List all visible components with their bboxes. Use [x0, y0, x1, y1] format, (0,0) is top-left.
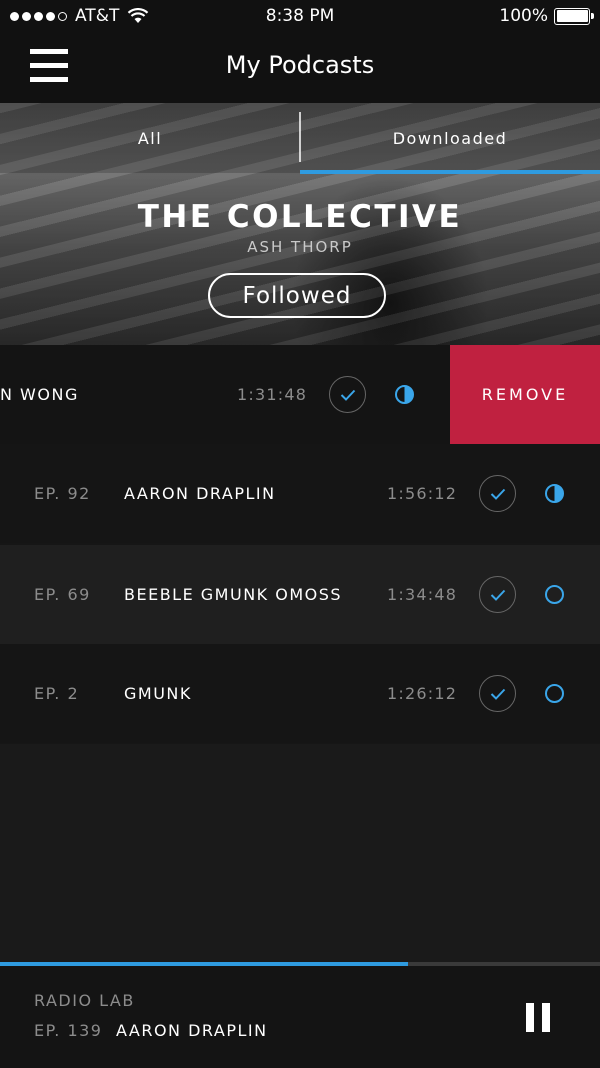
- episode-number: EP. 69: [34, 585, 91, 604]
- list-empty-space: [0, 744, 600, 962]
- podcast-title: THE COLLECTIVE: [137, 199, 463, 235]
- episode-number: EP. 92: [34, 484, 91, 503]
- pause-icon[interactable]: [526, 1003, 550, 1032]
- status-bar: AT&T 8:38 PM 100%: [0, 0, 600, 34]
- episode-duration: 1:56:12: [387, 484, 458, 503]
- episode-row[interactable]: EP. 69 BEEBLE GMUNK OMOSS 1:34:48: [0, 545, 600, 644]
- tab-bar: All Downloaded: [0, 103, 600, 174]
- checkmark-icon: [490, 688, 505, 700]
- now-playing-episode-name: AARON DRAPLIN: [116, 1021, 268, 1040]
- episode-name: GMUNK: [124, 684, 192, 703]
- now-playing-show: RADIO LAB: [34, 991, 135, 1010]
- episode-duration: 1:34:48: [387, 585, 458, 604]
- battery-percent: 100%: [499, 6, 548, 26]
- tab-all[interactable]: All: [0, 103, 300, 173]
- episode-number: EP. 2: [34, 684, 80, 703]
- mark-played-button[interactable]: [479, 576, 516, 613]
- active-tab-indicator: [300, 170, 600, 174]
- now-playing-bar[interactable]: RADIO LAB EP. 139 AARON DRAPLIN: [0, 966, 600, 1068]
- podcast-author: ASH THORP: [247, 238, 353, 256]
- status-right: 100%: [499, 6, 594, 26]
- checkmark-icon: [340, 389, 355, 401]
- download-status-half-icon: [395, 385, 414, 404]
- episode-name: BEEBLE GMUNK OMOSS: [124, 585, 343, 604]
- battery-icon: [554, 7, 594, 25]
- mark-played-button[interactable]: [479, 475, 516, 512]
- download-status-empty-icon: [545, 684, 564, 703]
- mark-played-button[interactable]: [479, 675, 516, 712]
- now-playing-episode-number: EP. 139: [34, 1021, 103, 1040]
- episode-name: N WONG: [0, 385, 79, 404]
- episode-row[interactable]: EP. 2 GMUNK 1:26:12: [0, 644, 600, 743]
- episode-duration: 1:31:48: [237, 385, 308, 404]
- download-status-half-icon: [545, 484, 564, 503]
- episode-row[interactable]: EP. 92 AARON DRAPLIN 1:56:12: [0, 444, 600, 543]
- download-status-empty-icon: [545, 585, 564, 604]
- remove-button[interactable]: REMOVE: [450, 345, 600, 444]
- episode-row-swiped[interactable]: N WONG 1:31:48 REMOVE: [0, 345, 600, 444]
- checkmark-icon: [490, 589, 505, 601]
- episode-duration: 1:26:12: [387, 684, 458, 703]
- navigation-bar: My Podcasts: [0, 34, 600, 103]
- podcast-header: All Downloaded THE COLLECTIVE ASH THORP …: [0, 103, 600, 345]
- mark-played-button[interactable]: [329, 376, 366, 413]
- checkmark-icon: [490, 488, 505, 500]
- episode-name: AARON DRAPLIN: [124, 484, 276, 503]
- follow-button[interactable]: Followed: [208, 273, 386, 318]
- page-title: My Podcasts: [225, 51, 375, 79]
- tab-downloaded[interactable]: Downloaded: [300, 103, 600, 173]
